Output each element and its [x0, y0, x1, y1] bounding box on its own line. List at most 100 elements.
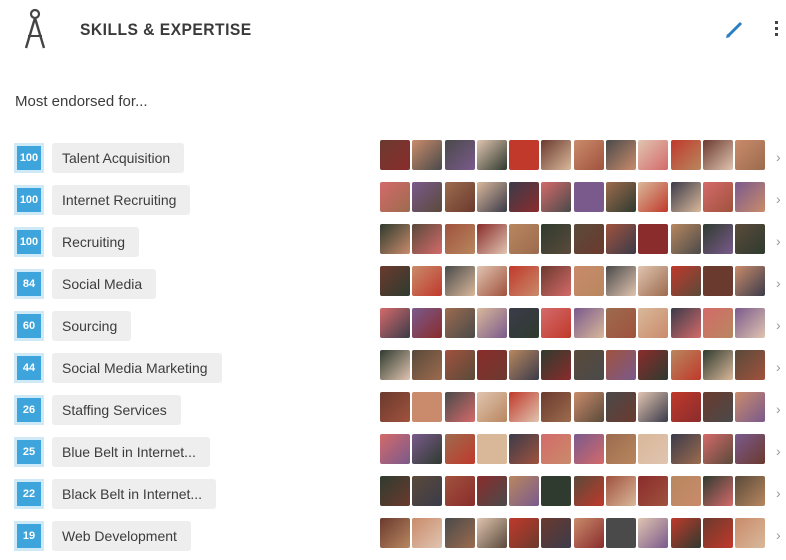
endorser-avatar[interactable] [509, 434, 540, 464]
endorser-avatar[interactable] [702, 266, 733, 296]
endorser-avatar[interactable] [444, 434, 475, 464]
endorser-avatar[interactable] [380, 392, 410, 422]
endorser-avatar[interactable] [573, 224, 604, 254]
skill-name[interactable]: Blue Belt in Internet... [52, 437, 210, 467]
endorser-avatar[interactable] [476, 266, 507, 296]
endorser-avatar[interactable] [541, 308, 572, 338]
endorser-avatar[interactable] [670, 350, 701, 380]
endorser-avatar[interactable] [412, 434, 443, 464]
endorser-avatar[interactable] [541, 224, 572, 254]
endorser-avatar[interactable] [412, 392, 443, 422]
endorser-avatar[interactable] [380, 266, 410, 296]
endorser-avatar[interactable] [573, 392, 604, 422]
endorsement-count-badge[interactable]: 100 [14, 143, 44, 173]
endorser-avatar[interactable] [476, 224, 507, 254]
endorser-avatar[interactable] [702, 140, 733, 170]
endorser-avatar[interactable] [735, 392, 766, 422]
endorser-avatar[interactable] [573, 140, 604, 170]
endorser-avatar[interactable] [670, 476, 701, 506]
endorser-avatar[interactable] [444, 350, 475, 380]
endorser-avatar[interactable] [638, 518, 669, 548]
endorser-avatar[interactable] [670, 224, 701, 254]
skill-name[interactable]: Staffing Services [52, 395, 181, 425]
endorser-avatar[interactable] [606, 140, 637, 170]
endorser-avatar[interactable] [735, 308, 766, 338]
chevron-right-icon[interactable]: › [776, 527, 781, 543]
endorsement-count-badge[interactable]: 100 [14, 227, 44, 257]
endorser-avatar[interactable] [606, 350, 637, 380]
chevron-right-icon[interactable]: › [776, 191, 781, 207]
endorser-avatar[interactable] [573, 518, 604, 548]
endorser-avatar[interactable] [735, 140, 766, 170]
endorser-avatar[interactable] [541, 266, 572, 296]
endorser-avatar[interactable] [541, 476, 572, 506]
endorser-avatar[interactable] [509, 518, 540, 548]
endorser-avatar[interactable] [444, 308, 475, 338]
skill-name[interactable]: Talent Acquisition [52, 143, 185, 173]
endorser-avatar[interactable] [702, 392, 733, 422]
endorser-avatar[interactable] [412, 266, 443, 296]
endorser-avatar[interactable] [444, 224, 475, 254]
chevron-right-icon[interactable]: › [776, 149, 781, 165]
endorser-avatar[interactable] [670, 182, 701, 212]
endorser-avatar[interactable] [412, 518, 443, 548]
endorser-avatar[interactable] [476, 476, 507, 506]
endorsement-count-badge[interactable]: 26 [14, 395, 44, 425]
endorsement-count-badge[interactable]: 84 [14, 269, 44, 299]
endorser-avatar[interactable] [412, 476, 443, 506]
endorser-avatar[interactable] [606, 392, 637, 422]
chevron-right-icon[interactable]: › [776, 359, 781, 375]
endorser-avatar[interactable] [476, 308, 507, 338]
endorser-avatar[interactable] [509, 266, 540, 296]
pencil-icon[interactable] [724, 18, 746, 40]
endorser-avatar[interactable] [606, 266, 637, 296]
endorser-avatar[interactable] [573, 266, 604, 296]
endorser-avatar[interactable] [476, 140, 507, 170]
chevron-right-icon[interactable]: › [776, 443, 781, 459]
endorser-avatar[interactable] [380, 350, 410, 380]
endorser-avatar[interactable] [670, 308, 701, 338]
endorser-avatar[interactable] [380, 518, 410, 548]
endorser-avatar[interactable] [606, 182, 637, 212]
endorsement-count-badge[interactable]: 44 [14, 353, 44, 383]
endorser-avatar[interactable] [412, 308, 443, 338]
more-vertical-icon[interactable] [772, 18, 782, 40]
endorser-avatar[interactable] [412, 224, 443, 254]
endorser-avatar[interactable] [606, 476, 637, 506]
endorser-avatar[interactable] [702, 182, 733, 212]
endorsement-count-badge[interactable]: 19 [14, 521, 44, 551]
endorser-avatar[interactable] [670, 266, 701, 296]
endorser-avatar[interactable] [702, 308, 733, 338]
chevron-right-icon[interactable]: › [776, 275, 781, 291]
endorser-avatar[interactable] [702, 434, 733, 464]
endorser-avatar[interactable] [444, 266, 475, 296]
endorser-avatar[interactable] [380, 476, 410, 506]
endorser-avatar[interactable] [476, 350, 507, 380]
endorser-avatar[interactable] [606, 518, 637, 548]
endorser-avatar[interactable] [735, 434, 766, 464]
endorser-avatar[interactable] [380, 434, 410, 464]
endorser-avatar[interactable] [735, 182, 766, 212]
endorser-avatar[interactable] [541, 182, 572, 212]
endorser-avatar[interactable] [670, 392, 701, 422]
endorser-avatar[interactable] [670, 434, 701, 464]
endorser-avatar[interactable] [541, 140, 572, 170]
endorser-avatar[interactable] [638, 224, 669, 254]
chevron-right-icon[interactable]: › [776, 233, 781, 249]
endorser-avatar[interactable] [573, 350, 604, 380]
endorser-avatar[interactable] [412, 140, 443, 170]
endorser-avatar[interactable] [735, 266, 766, 296]
endorser-avatar[interactable] [509, 224, 540, 254]
endorser-avatar[interactable] [380, 308, 410, 338]
skill-name[interactable]: Internet Recruiting [52, 185, 191, 215]
endorser-avatar[interactable] [638, 140, 669, 170]
endorser-avatar[interactable] [380, 140, 410, 170]
endorser-avatar[interactable] [573, 476, 604, 506]
endorser-avatar[interactable] [444, 140, 475, 170]
skill-name[interactable]: Black Belt in Internet... [52, 479, 217, 509]
endorser-avatar[interactable] [509, 476, 540, 506]
endorser-avatar[interactable] [638, 434, 669, 464]
endorsement-count-badge[interactable]: 22 [14, 479, 44, 509]
endorser-avatar[interactable] [702, 350, 733, 380]
endorser-avatar[interactable] [509, 140, 540, 170]
